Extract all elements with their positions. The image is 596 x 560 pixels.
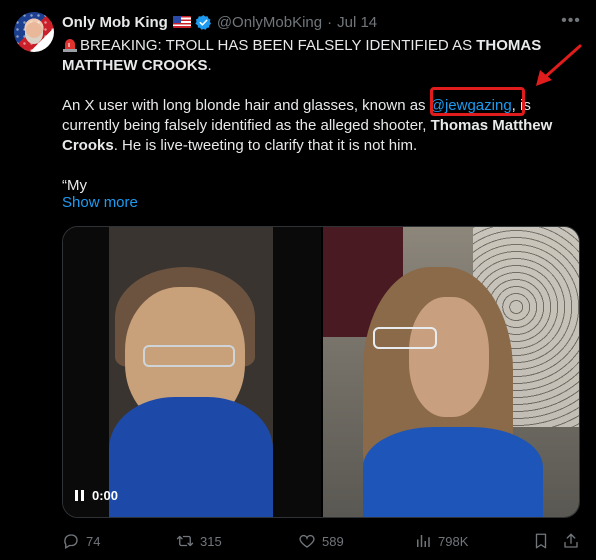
more-icon[interactable]: ••• xyxy=(560,10,582,32)
headline-bold-2: MATTHEW CROOKS xyxy=(62,57,208,74)
text-line: currently being falsely identified as th… xyxy=(62,116,582,136)
siren-icon xyxy=(63,39,77,52)
views-button[interactable]: 798K xyxy=(414,530,468,552)
body-text: currently being falsely identified as th… xyxy=(62,117,431,134)
reply-icon xyxy=(64,534,78,549)
reply-count: 74 xyxy=(86,533,101,549)
video-frame-left xyxy=(63,227,321,517)
headline-text: BREAKING: TROLL HAS BEEN FALSELY IDENTIF… xyxy=(80,37,477,54)
video-time: 0:00 xyxy=(92,487,119,503)
shirt xyxy=(363,427,543,517)
glasses xyxy=(373,327,437,349)
headline-end: . xyxy=(207,57,212,74)
reply-button[interactable]: 74 xyxy=(62,530,100,552)
repost-button[interactable]: 315 xyxy=(176,530,222,552)
video-player[interactable]: 0:00 xyxy=(62,226,580,518)
text-line: “My xyxy=(62,176,582,196)
action-bar: 74 315 589 798K xyxy=(62,530,582,552)
text-line: MATTHEW CROOKS. xyxy=(62,56,582,76)
handle[interactable]: @OnlyMobKing xyxy=(217,14,322,31)
body-text: . He is live-tweeting to clarify that it… xyxy=(113,137,418,154)
repost-icon xyxy=(176,535,194,547)
body-text: An X user with long blonde hair and glas… xyxy=(62,97,430,114)
show-more-link[interactable]: Show more xyxy=(62,194,138,211)
us-flag-icon xyxy=(172,16,191,28)
tweet[interactable]: Only Mob King @OnlyMobKing · Jul 14 ••• … xyxy=(0,0,596,560)
avatar-face xyxy=(25,22,43,44)
repost-count: 315 xyxy=(200,533,222,549)
display-name[interactable]: Only Mob King xyxy=(62,14,168,31)
glasses xyxy=(143,345,235,367)
annotation-highlight-box xyxy=(430,87,525,116)
body-text: “My xyxy=(62,177,87,194)
tweet-text: BREAKING: TROLL HAS BEEN FALSELY IDENTIF… xyxy=(62,36,582,196)
verified-badge-icon[interactable] xyxy=(195,14,212,31)
tweet-header: Only Mob King @OnlyMobKing · Jul 14 xyxy=(62,12,377,32)
like-count: 589 xyxy=(322,533,344,549)
share-button[interactable] xyxy=(562,530,580,552)
body-bold: Thomas Matthew xyxy=(430,117,553,134)
share-icon xyxy=(564,533,578,548)
post-date[interactable]: Jul 14 xyxy=(337,14,377,31)
like-button[interactable]: 589 xyxy=(298,530,344,552)
like-icon xyxy=(299,534,315,548)
bookmark-button[interactable] xyxy=(532,530,550,552)
header-separator: · xyxy=(327,13,333,31)
arrow-annotation xyxy=(536,44,582,86)
pause-icon[interactable] xyxy=(75,489,84,501)
bookmark-icon xyxy=(535,533,547,549)
text-line: Crooks. He is live-tweeting to clarify t… xyxy=(62,136,582,156)
text-line: BREAKING: TROLL HAS BEEN FALSELY IDENTIF… xyxy=(62,36,582,56)
shirt xyxy=(109,397,273,517)
views-icon xyxy=(417,535,430,547)
video-controls[interactable]: 0:00 xyxy=(75,485,118,505)
views-count: 798K xyxy=(438,533,469,549)
face xyxy=(409,297,489,417)
body-bold: Crooks xyxy=(62,137,114,154)
video-frame-right xyxy=(323,227,579,517)
avatar[interactable] xyxy=(14,12,54,52)
